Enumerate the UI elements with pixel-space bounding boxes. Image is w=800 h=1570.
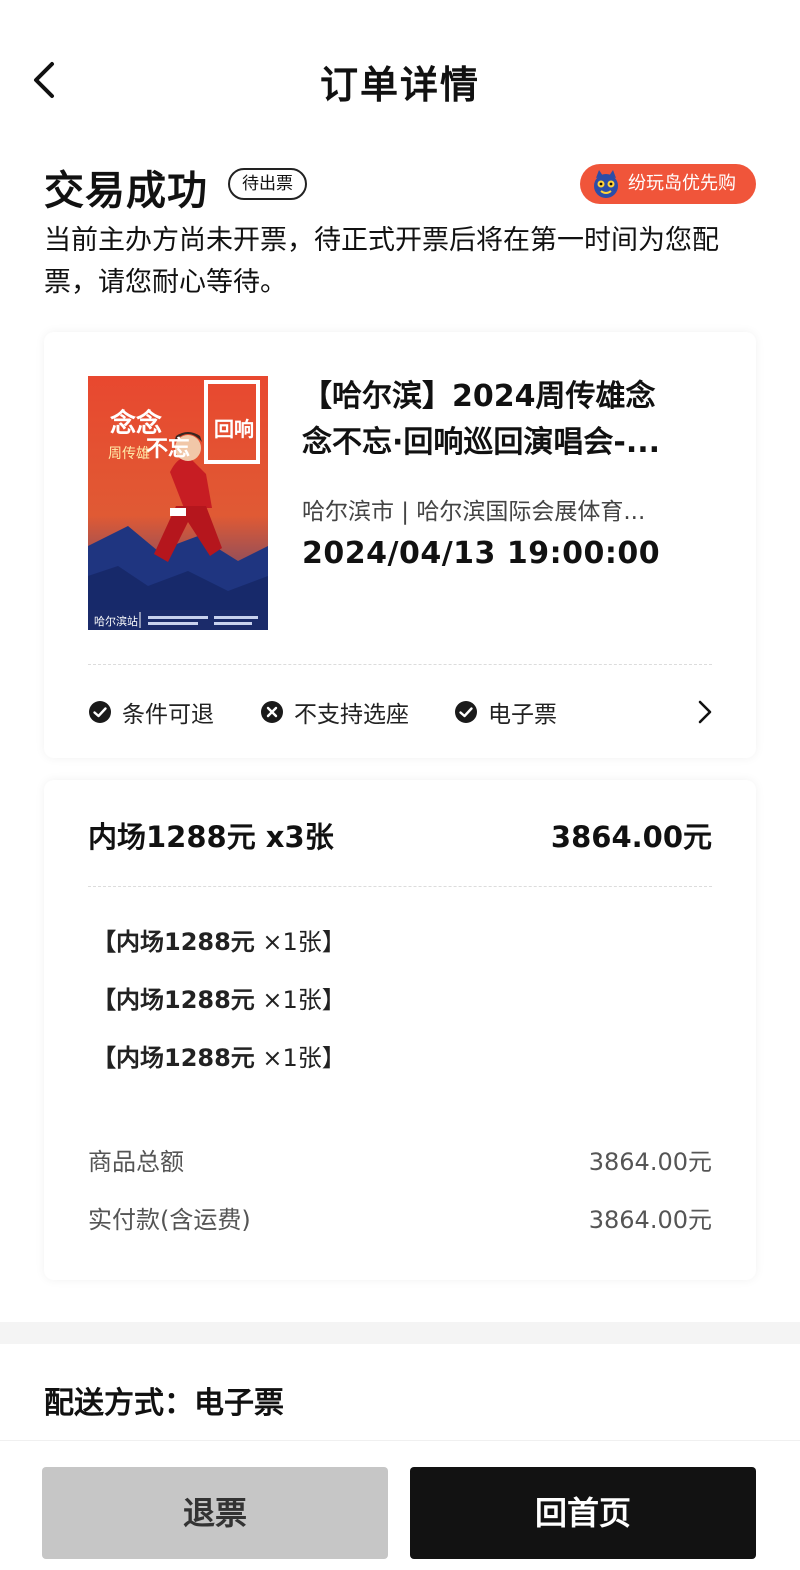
poster-artist: 周传雄 [108,446,150,462]
chevron-right-icon[interactable] [690,696,720,728]
ticket-features[interactable]: 条件可退 不支持选座 电子票 [88,692,720,732]
paid-amount-row: 实付款(含运费) 3864.00元 [88,1200,712,1236]
ticket-summary-amount: 3864.00元 [550,820,712,854]
feature-label: 电子票 [488,702,557,728]
ticket-item-name: 【内场1288元 [92,928,255,956]
top-nav: 订单详情 [0,40,800,120]
paid-amount-value: 3864.00元 [588,1206,712,1234]
page-title: 订单详情 [319,63,480,107]
feature-refundable: 条件可退 [88,692,214,732]
ticket-item-name: 【内场1288元 [92,986,255,1014]
x-circle-icon [261,701,283,723]
ticket-item: 【内场1288元 ×1张】 [92,922,346,957]
status-section: 交易成功 待出票 纷玩岛优先购 [44,158,756,214]
divider [88,886,712,887]
event-title: 【哈尔滨】2024周传雄念 念不忘·回响巡回演唱会-... [302,374,716,466]
ticket-item-name: 【内场1288元 [92,1044,255,1072]
poster-title-1: 念念 [110,408,162,439]
event-title-line1: 【哈尔滨】2024周传雄念 [302,379,656,414]
status-description: 当前主办方尚未开票，待正式开票后将在第一时间为您配票，请您耐心等待。 [44,225,719,298]
poster-city: 哈尔滨站 [94,614,138,628]
check-circle-icon [89,701,111,723]
divider [88,664,712,665]
status-badge: 待出票 [228,168,307,200]
event-title-line2: 念不忘·回响巡回演唱会-... [302,425,661,460]
bottom-action-bar: 退票 回首页 [0,1440,800,1570]
poster-image: 念念 不忘 周传雄 回响 哈尔滨站 [88,376,268,630]
price-card: 内场1288元 x3张 3864.00元 【内场1288元 ×1张】 【内场12… [44,780,756,1280]
feature-e-ticket: 电子票 [454,692,557,732]
feature-label: 不支持选座 [294,702,409,728]
brand-tag-label: 纷玩岛优先购 [628,173,736,194]
ticket-summary-row: 内场1288元 x3张 3864.00元 [88,814,712,854]
delivery-method: 配送方式：电子票 [44,1386,284,1421]
status-title: 交易成功 [44,168,208,214]
ticket-item: 【内场1288元 ×1张】 [92,980,346,1015]
check-circle-icon [455,701,477,723]
ticket-summary-label: 内场1288元 x3张 [88,820,334,854]
brand-priority-tag: 纷玩岛优先购 [580,164,756,204]
feature-no-seat-selection: 不支持选座 [260,692,409,732]
event-poster: 念念 不忘 周传雄 回响 哈尔滨站 [88,376,268,630]
event-card[interactable]: 念念 不忘 周传雄 回响 哈尔滨站 【哈尔滨】2024周传雄念 念不忘·回响巡回… [44,332,756,758]
ticket-item-qty: ×1张】 [254,928,346,956]
ticket-item-qty: ×1张】 [254,986,346,1014]
ticket-item: 【内场1288元 ×1张】 [92,1038,346,1073]
feature-label: 条件可退 [122,702,214,728]
event-datetime: 2024/04/13 19:00:00 [302,536,661,571]
goods-total-row: 商品总额 3864.00元 [88,1142,712,1178]
section-separator [0,1322,800,1344]
event-venue: 哈尔滨市 | 哈尔滨国际会展体育... [302,499,646,525]
paid-amount-label: 实付款(含运费) [88,1206,251,1234]
poster-title-2: 不忘 [146,436,190,462]
ticket-item-qty: ×1张】 [254,1044,346,1072]
mascot-icon [594,170,618,198]
goods-total-value: 3864.00元 [588,1148,712,1176]
poster-echo: 回响 [214,417,254,441]
goods-total-label: 商品总额 [88,1148,184,1176]
home-button[interactable]: 回首页 [410,1467,756,1559]
order-detail-page: 订单详情 交易成功 待出票 纷玩岛优先购 当前主办方尚未开票，待正式开票后将在第… [0,0,800,1570]
refund-button[interactable]: 退票 [42,1467,388,1559]
